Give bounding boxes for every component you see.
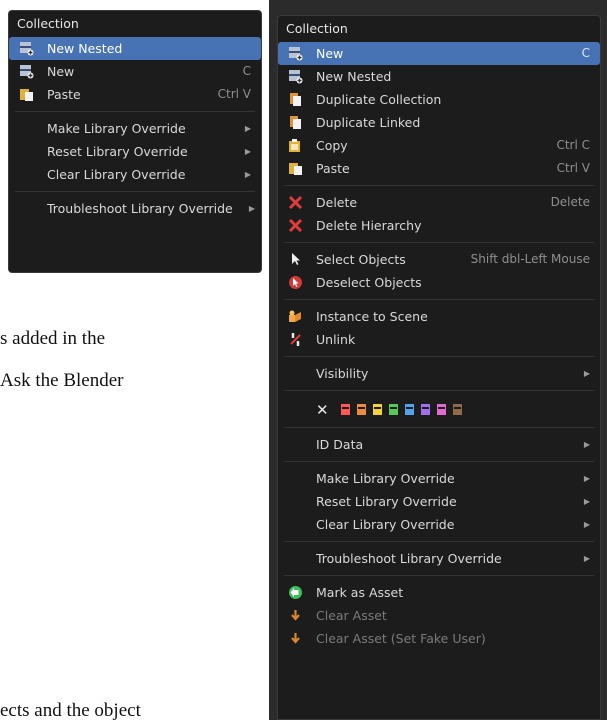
- color-tag-3-button[interactable]: [372, 404, 382, 415]
- color-tag-1-button[interactable]: [340, 404, 350, 415]
- menu-item-mark-as-asset[interactable]: Mark as Asset: [278, 581, 600, 604]
- separator: [284, 185, 594, 186]
- menu-item-reset-library-override[interactable]: Reset Library Override ▶: [278, 490, 600, 513]
- separator: [284, 575, 594, 576]
- menu-item-new-nested[interactable]: New Nested: [278, 65, 600, 88]
- submenu-arrow-icon: ▶: [583, 440, 590, 449]
- new-collection-icon: [289, 47, 303, 61]
- menu-title: Collection: [286, 21, 348, 36]
- color-tag-2-button[interactable]: [356, 404, 366, 415]
- menu-item-make-library-override[interactable]: Make Library Override ▶: [9, 117, 261, 140]
- delete-icon: [288, 218, 303, 233]
- new-nested-icon: [289, 70, 303, 84]
- new-nested-icon: [20, 42, 34, 56]
- menu-item-instance-to-scene[interactable]: Instance to Scene: [278, 305, 600, 328]
- submenu-arrow-icon: ▶: [583, 520, 590, 529]
- document-text-line: ects and the object: [0, 700, 141, 721]
- shortcut: Ctrl V: [217, 87, 251, 101]
- menu-item-clear-library-override[interactable]: Clear Library Override ▶: [278, 513, 600, 536]
- menu-item-unlink[interactable]: Unlink: [278, 328, 600, 351]
- submenu-arrow-icon: ▶: [583, 474, 590, 483]
- left-collection-menu: Collection New Nested New C Paste Ctrl V…: [8, 10, 262, 273]
- menu-item-paste[interactable]: Paste Ctrl V: [9, 83, 261, 106]
- separator: [284, 390, 594, 391]
- menu-item-duplicate-linked[interactable]: Duplicate Linked: [278, 111, 600, 134]
- document-text-line: s added in the: [0, 328, 106, 349]
- menu-item-delete[interactable]: Delete Delete: [278, 191, 600, 214]
- duplicate-linked-icon: [290, 116, 301, 129]
- submenu-arrow-icon: ▶: [244, 124, 251, 133]
- separator: [284, 299, 594, 300]
- submenu-arrow-icon: ▶: [583, 369, 590, 378]
- submenu-arrow-icon: ▶: [244, 147, 251, 156]
- deselect-icon: [289, 276, 302, 289]
- menu-item-select-objects[interactable]: Select Objects Shift dbl-Left Mouse: [278, 248, 600, 271]
- color-tag-none-button[interactable]: ✕: [316, 401, 329, 419]
- menu-item-new[interactable]: New C: [9, 60, 261, 83]
- separator: [15, 191, 255, 192]
- paste-icon: [289, 163, 302, 175]
- separator: [284, 427, 594, 428]
- menu-item-duplicate-collection[interactable]: Duplicate Collection: [278, 88, 600, 111]
- color-tag-row: ✕: [278, 396, 600, 422]
- separator: [284, 541, 594, 542]
- menu-title: Collection: [17, 16, 79, 31]
- shortcut: C: [581, 46, 590, 60]
- menu-item-clear-library-override[interactable]: Clear Library Override ▶: [9, 163, 261, 186]
- menu-item-id-data[interactable]: ID Data ▶: [278, 433, 600, 456]
- menu-item-visibility[interactable]: Visibility ▶: [278, 362, 600, 385]
- unlink-icon: [290, 333, 301, 346]
- menu-item-make-library-override[interactable]: Make Library Override ▶: [278, 467, 600, 490]
- menu-item-delete-hierarchy[interactable]: Delete Hierarchy: [278, 214, 600, 237]
- color-tag-swatches: [340, 401, 469, 416]
- paste-icon: [20, 89, 33, 101]
- menu-item-clear-asset-set-fake-user[interactable]: Clear Asset (Set Fake User): [278, 627, 600, 650]
- shortcut: Delete: [550, 195, 590, 209]
- shortcut: Ctrl V: [556, 161, 590, 175]
- menu-item-new-nested[interactable]: New Nested: [9, 37, 261, 60]
- menu-item-copy[interactable]: Copy Ctrl C: [278, 134, 600, 157]
- copy-icon: [289, 139, 300, 152]
- separator: [15, 111, 255, 112]
- menu-item-paste[interactable]: Paste Ctrl V: [278, 157, 600, 180]
- separator: [284, 356, 594, 357]
- separator: [284, 242, 594, 243]
- menu-item-deselect-objects[interactable]: Deselect Objects: [278, 271, 600, 294]
- duplicate-icon: [290, 93, 301, 106]
- document-text-line: Ask the Blender: [0, 370, 124, 391]
- clear-asset-icon: [291, 610, 300, 621]
- color-tag-7-button[interactable]: [436, 404, 446, 415]
- color-tag-8-button[interactable]: [452, 404, 462, 415]
- delete-icon: [288, 195, 303, 210]
- cursor-icon: [292, 253, 300, 265]
- clear-asset-icon: [291, 633, 300, 644]
- color-tag-6-button[interactable]: [420, 404, 430, 415]
- shortcut: Ctrl C: [556, 138, 590, 152]
- shortcut: Shift dbl-Left Mouse: [470, 252, 590, 266]
- right-collection-menu: Collection New C New Nested Duplicate Co…: [277, 15, 601, 720]
- new-collection-icon: [20, 65, 34, 79]
- menu-item-new[interactable]: New C: [278, 42, 600, 65]
- instance-icon: [289, 310, 301, 322]
- submenu-arrow-icon: ▶: [248, 204, 255, 213]
- submenu-arrow-icon: ▶: [244, 170, 251, 179]
- separator: [284, 461, 594, 462]
- color-tag-5-button[interactable]: [404, 404, 414, 415]
- shortcut: C: [242, 64, 251, 78]
- asset-icon: [289, 586, 302, 599]
- menu-item-reset-library-override[interactable]: Reset Library Override ▶: [9, 140, 261, 163]
- menu-item-troubleshoot-library-override[interactable]: Troubleshoot Library Override ▶: [278, 547, 600, 570]
- menu-item-clear-asset[interactable]: Clear Asset: [278, 604, 600, 627]
- color-tag-4-button[interactable]: [388, 404, 398, 415]
- submenu-arrow-icon: ▶: [583, 497, 590, 506]
- menu-item-troubleshoot-library-override[interactable]: Troubleshoot Library Override ▶: [9, 197, 261, 220]
- submenu-arrow-icon: ▶: [583, 554, 590, 563]
